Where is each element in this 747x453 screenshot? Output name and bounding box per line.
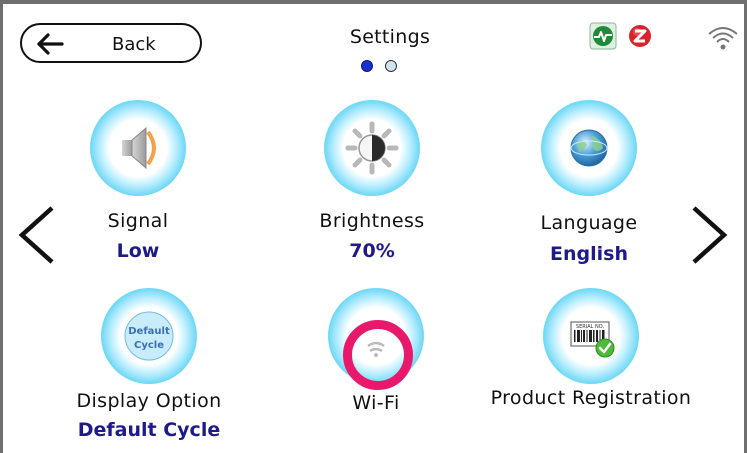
wifi-highlight-ring: [343, 320, 413, 390]
tile-display-option-name: Display Option: [76, 390, 222, 412]
tile-display-option-value: Default Cycle: [77, 419, 221, 441]
wifi-status-icon: [706, 24, 740, 52]
page-indicator: [361, 60, 397, 72]
page-dot-2[interactable]: [385, 60, 397, 72]
page-dot-1[interactable]: [361, 60, 373, 72]
signal-monitor-icon: [589, 22, 617, 50]
tile-language-value: English: [550, 243, 628, 265]
tile-brightness-name: Brightness: [319, 210, 425, 232]
tile-wifi-name: Wi-Fi: [352, 392, 400, 414]
frame-top-border: [0, 0, 747, 4]
serial-no-text: SERIAL NO.: [576, 324, 605, 330]
tile-brightness-value: 70%: [349, 240, 395, 262]
frame-left-border: [0, 0, 3, 453]
default-cycle-icon: Default Cycle: [101, 288, 197, 384]
tile-display-option[interactable]: Default Cycle Display Option Default Cyc…: [49, 288, 249, 448]
speaker-icon: [90, 100, 186, 196]
tile-signal-value: Low: [116, 240, 160, 262]
globe-icon: [541, 100, 637, 196]
barcode-check-icon: SERIAL NO.: [543, 288, 639, 384]
zone-alert-icon: [626, 22, 654, 50]
tile-product-registration-name: Product Registration: [490, 387, 692, 409]
tile-product-registration[interactable]: SERIAL NO. Product Registration: [456, 288, 726, 428]
default-cycle-icon-text-1: Default: [128, 326, 170, 337]
tile-signal[interactable]: Signal Low: [38, 100, 238, 270]
default-cycle-icon-text-2: Cycle: [134, 340, 164, 351]
tile-language[interactable]: Language English: [489, 100, 689, 270]
tile-brightness[interactable]: Brightness 70%: [272, 100, 472, 270]
brightness-icon: [324, 100, 420, 196]
tile-language-name: Language: [540, 212, 638, 234]
tile-signal-name: Signal: [107, 210, 169, 232]
next-page-arrow[interactable]: [688, 202, 730, 268]
